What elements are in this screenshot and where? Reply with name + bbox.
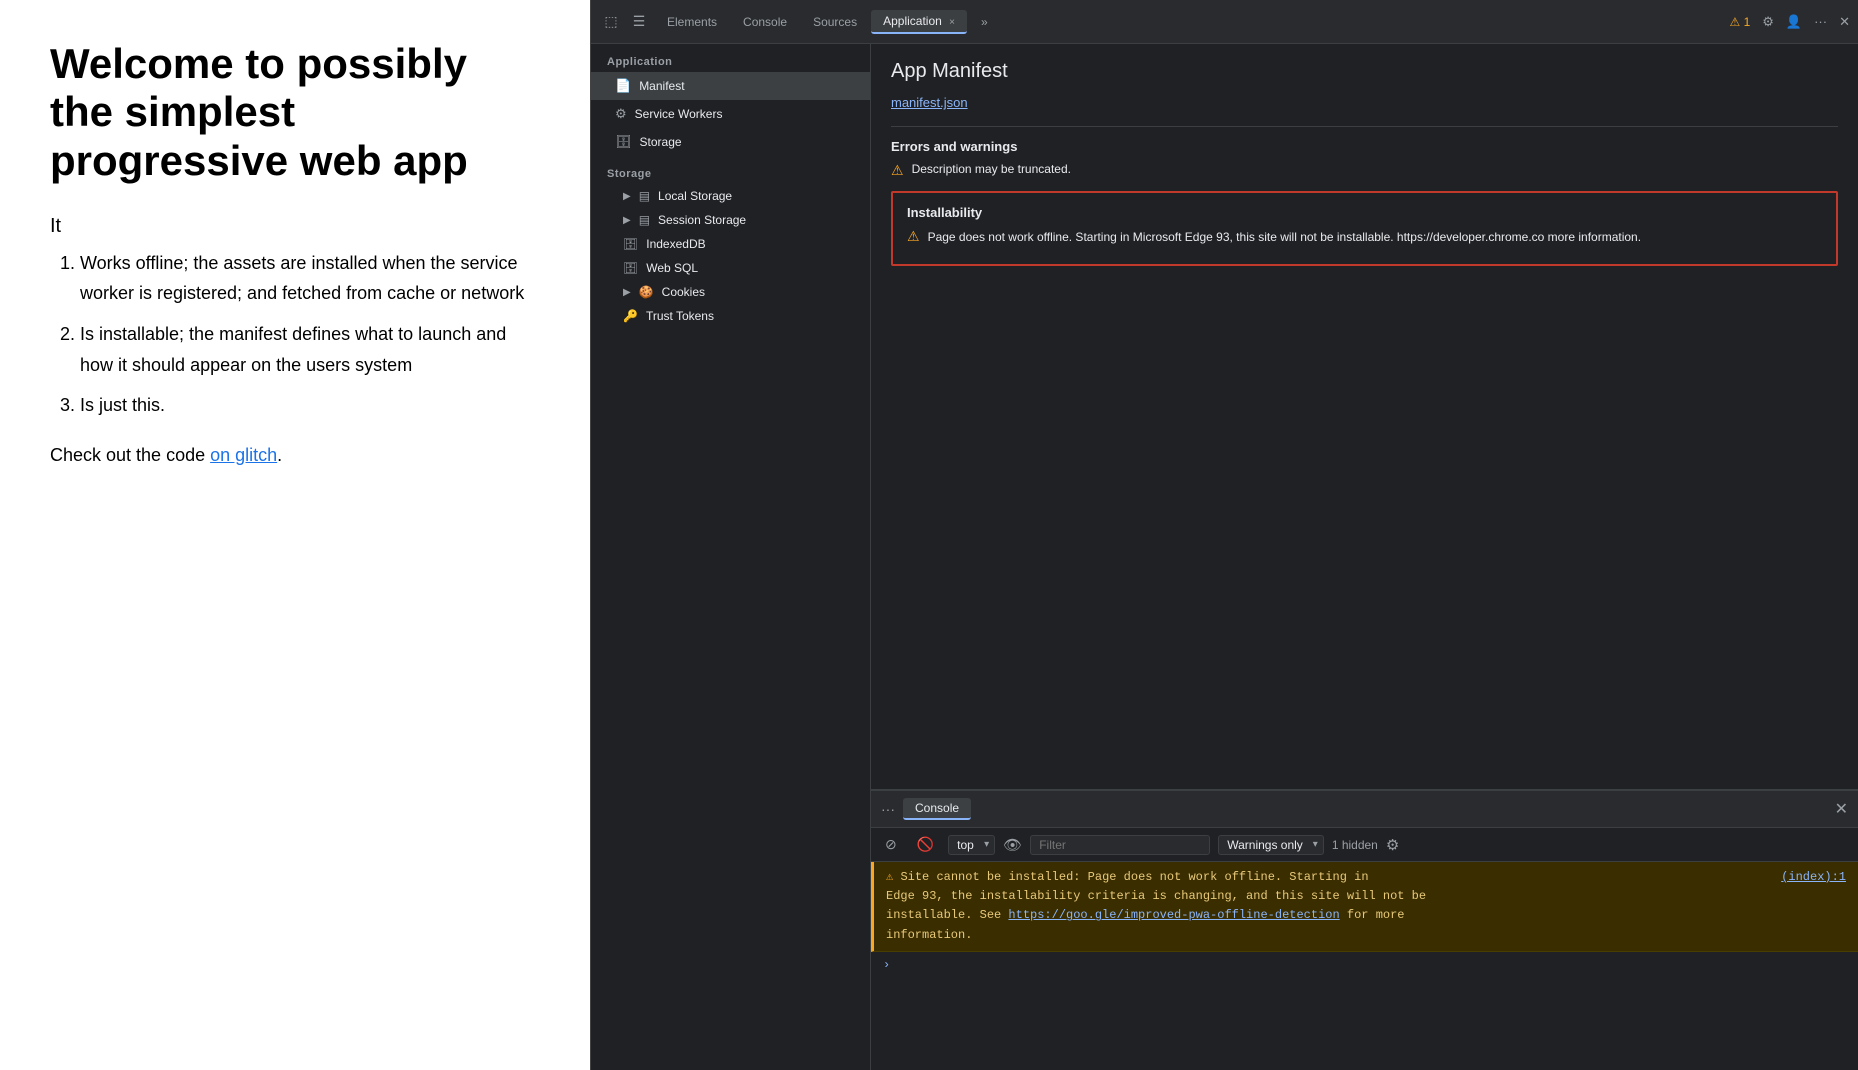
sidebar-storage-label: Storage [591,156,870,184]
sidebar-item-session-storage[interactable]: ▶ ▤ Session Storage [591,208,870,232]
sidebar-item-indexeddb[interactable]: 🗄 IndexedDB [591,232,870,256]
list-item: Is installable; the manifest defines wha… [80,319,540,380]
sidebar-item-manifest[interactable]: 📄 Manifest [591,72,870,100]
web-sql-icon: 🗄 [623,261,638,275]
console-context-select[interactable]: top [948,835,995,855]
manifest-json-link[interactable]: manifest.json [891,95,1838,110]
console-close-icon[interactable]: ✕ [1835,799,1848,819]
console-level-selector[interactable]: Warnings only ▾ [1218,835,1324,855]
devtools-sidebar: Application 📄 Manifest ⚙ Service Workers… [591,44,871,1070]
page-heading: Welcome to possibly the simplest progres… [50,40,540,185]
warnings-only-label[interactable]: Warnings only [1218,835,1324,855]
sidebar-item-web-sql[interactable]: 🗄 Web SQL [591,256,870,280]
arrow-icon: ▶ [623,191,631,202]
warning-row: ⚠ Description may be truncated. [891,162,1838,179]
sidebar-item-local-storage[interactable]: ▶ ▤ Local Storage [591,184,870,208]
cursor-icon[interactable]: ⬚ [599,10,623,34]
console-panel: ··· Console ✕ ⊘ 🚫 top ▾ 👁 [871,790,1858,1070]
installability-title: Installability [907,205,1822,220]
devtools-tabbar: ⬚ ☰ Elements Console Sources Application… [591,0,1858,44]
sidebar-application-label: Application [591,44,870,72]
installability-warning-row: ⚠ Page does not work offline. Starting i… [907,228,1822,246]
more-tabs-icon[interactable]: » [969,11,1000,33]
tab-application[interactable]: Application × [871,10,967,34]
indexeddb-icon: 🗄 [623,237,638,251]
left-panel: Welcome to possibly the simplest progres… [0,0,590,1070]
app-panel: App Manifest manifest.json Errors and wa… [871,44,1858,790]
list-item: Is just this. [80,390,540,421]
console-tab-label[interactable]: Console [903,798,971,820]
console-warning-message: ⚠ Site cannot be installed: Page does no… [871,862,1858,952]
errors-warnings-title: Errors and warnings [891,139,1838,154]
session-storage-icon: ▤ [639,213,650,227]
console-toolbar: ⊘ 🚫 top ▾ 👁 Warnings only ▾ 1 hi [871,828,1858,862]
responsive-icon[interactable]: ☰ [627,10,651,34]
console-input[interactable] [896,958,1846,972]
sidebar-item-trust-tokens[interactable]: 🔑 Trust Tokens [591,304,870,328]
console-settings-icon[interactable]: ⚙ [1386,836,1399,854]
list-item: Works offline; the assets are installed … [80,248,540,309]
storage-icon: 🗄 [615,134,632,150]
warning-triangle-icon: ⚠ [886,870,893,884]
installability-box: Installability ⚠ Page does not work offl… [891,191,1838,266]
pwa-link[interactable]: https://goo.gle/improved-pwa-offline-det… [1008,908,1339,922]
console-clear-button[interactable]: ⊘ [879,833,903,856]
console-filter-input[interactable] [1030,835,1210,855]
warning-icon: ⚠ [891,162,904,179]
tab-close-icon[interactable]: × [949,17,955,28]
sidebar-item-cookies[interactable]: ▶ 🍪 Cookies [591,280,870,304]
console-messages: ⚠ Site cannot be installed: Page does no… [871,862,1858,1070]
cookies-icon: 🍪 [639,285,654,299]
sidebar-item-storage[interactable]: 🗄 Storage [591,128,870,156]
more-options-icon[interactable]: ··· [1814,14,1827,29]
tab-elements[interactable]: Elements [655,11,729,33]
console-block-button[interactable]: 🚫 [911,833,940,856]
installability-warning-icon: ⚠ [907,228,920,245]
local-storage-icon: ▤ [639,189,650,203]
arrow-icon: ▶ [623,287,631,298]
console-context-selector[interactable]: top ▾ [948,835,995,855]
service-workers-icon: ⚙ [615,106,627,122]
checkout-text: Check out the code on glitch. [50,445,540,466]
devtools-main: Application 📄 Manifest ⚙ Service Workers… [591,44,1858,1070]
console-header: ··· Console ✕ [871,790,1858,828]
console-eye-icon[interactable]: 👁 [1003,836,1022,854]
tab-console[interactable]: Console [731,11,799,33]
hidden-count: 1 hidden [1332,838,1378,852]
trust-tokens-icon: 🔑 [623,309,638,323]
console-prompt-icon: › [883,958,890,972]
toolbar-icons: ⚠ 1 ⚙ 👤 ··· ✕ [1729,14,1850,30]
glitch-link[interactable]: on glitch [210,445,277,465]
warning-badge[interactable]: ⚠ 1 [1729,15,1750,29]
console-more-icon[interactable]: ··· [881,801,895,817]
tab-sources[interactable]: Sources [801,11,869,33]
devtools-panel: ⬚ ☰ Elements Console Sources Application… [590,0,1858,1070]
user-icon[interactable]: 👤 [1786,14,1802,30]
source-link[interactable]: (index):1 [1781,868,1846,887]
manifest-icon: 📄 [615,78,631,94]
devtools-content: App Manifest manifest.json Errors and wa… [871,44,1858,1070]
sidebar-item-service-workers[interactable]: ⚙ Service Workers [591,100,870,128]
feature-list: Works offline; the assets are installed … [80,248,540,421]
app-panel-title: App Manifest [891,60,1838,83]
settings-icon[interactable]: ⚙ [1762,14,1774,30]
devtools-close-icon[interactable]: ✕ [1839,14,1850,30]
console-prompt[interactable]: › [871,952,1858,978]
arrow-icon: ▶ [623,215,631,226]
intro-text: It [50,215,540,238]
